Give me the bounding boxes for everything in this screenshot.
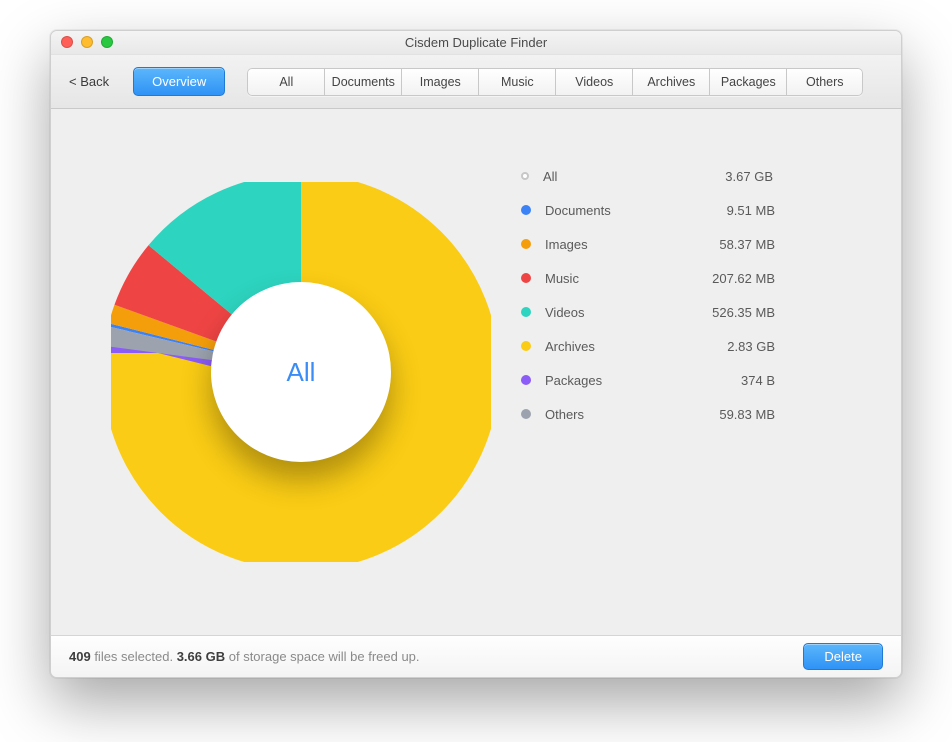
legend-label: Others — [545, 407, 675, 422]
legend-row-all[interactable]: All3.67 GB — [521, 159, 871, 193]
app-window: Cisdem Duplicate Finder < Back Overview … — [50, 30, 902, 678]
legend-swatch-music — [521, 273, 531, 283]
tab-videos[interactable]: Videos — [555, 68, 632, 96]
legend-value: 9.51 MB — [675, 203, 775, 218]
minimize-icon[interactable] — [81, 36, 93, 48]
freed-size-suffix: of storage space will be freed up. — [225, 649, 419, 664]
legend-row-documents[interactable]: Documents9.51 MB — [521, 193, 871, 227]
selected-count-suffix: files selected. — [91, 649, 177, 664]
tab-music[interactable]: Music — [478, 68, 555, 96]
legend-value: 58.37 MB — [675, 237, 775, 252]
legend-row-music[interactable]: Music207.62 MB — [521, 261, 871, 295]
delete-button[interactable]: Delete — [803, 643, 883, 670]
legend-swatch-archives — [521, 341, 531, 351]
tab-packages[interactable]: Packages — [709, 68, 786, 96]
footer: 409 files selected. 3.66 GB of storage s… — [51, 635, 901, 677]
tab-all[interactable]: All — [247, 68, 324, 96]
legend-value: 207.62 MB — [675, 271, 775, 286]
legend-swatch-documents — [521, 205, 531, 215]
legend-value: 526.35 MB — [675, 305, 775, 320]
legend-label: Videos — [545, 305, 675, 320]
legend-value: 374 B — [675, 373, 775, 388]
legend-swatch-images — [521, 239, 531, 249]
legend-label: Documents — [545, 203, 675, 218]
donut-center-label: All — [211, 282, 391, 462]
freed-size: 3.66 GB — [177, 649, 225, 664]
overview-button[interactable]: Overview — [133, 67, 225, 96]
legend: All3.67 GBDocuments9.51 MBImages58.37 MB… — [521, 129, 871, 615]
toolbar: < Back Overview AllDocumentsImagesMusicV… — [51, 55, 901, 109]
category-segmented-control: AllDocumentsImagesMusicVideosArchivesPac… — [247, 68, 863, 96]
tab-images[interactable]: Images — [401, 68, 478, 96]
legend-label: Packages — [545, 373, 675, 388]
tab-archives[interactable]: Archives — [632, 68, 709, 96]
legend-row-packages[interactable]: Packages374 B — [521, 363, 871, 397]
legend-label: All — [543, 169, 673, 184]
tab-documents[interactable]: Documents — [324, 68, 401, 96]
legend-value: 59.83 MB — [675, 407, 775, 422]
legend-row-images[interactable]: Images58.37 MB — [521, 227, 871, 261]
legend-label: Images — [545, 237, 675, 252]
legend-label: Archives — [545, 339, 675, 354]
titlebar: Cisdem Duplicate Finder — [51, 31, 901, 55]
legend-swatch-all — [521, 172, 529, 180]
legend-value: 3.67 GB — [673, 169, 773, 184]
donut-chart: All — [111, 182, 491, 562]
window-title: Cisdem Duplicate Finder — [405, 35, 547, 50]
legend-swatch-videos — [521, 307, 531, 317]
tab-others[interactable]: Others — [786, 68, 863, 96]
traffic-lights — [61, 36, 113, 48]
chart-area: All — [81, 129, 521, 615]
legend-row-archives[interactable]: Archives2.83 GB — [521, 329, 871, 363]
legend-row-others[interactable]: Others59.83 MB — [521, 397, 871, 431]
content-area: All All3.67 GBDocuments9.51 MBImages58.3… — [51, 109, 901, 635]
legend-swatch-others — [521, 409, 531, 419]
selected-count: 409 — [69, 649, 91, 664]
legend-row-videos[interactable]: Videos526.35 MB — [521, 295, 871, 329]
zoom-icon[interactable] — [101, 36, 113, 48]
legend-label: Music — [545, 271, 675, 286]
footer-text: 409 files selected. 3.66 GB of storage s… — [69, 649, 420, 664]
back-button[interactable]: < Back — [65, 70, 113, 93]
legend-value: 2.83 GB — [675, 339, 775, 354]
close-icon[interactable] — [61, 36, 73, 48]
legend-swatch-packages — [521, 375, 531, 385]
